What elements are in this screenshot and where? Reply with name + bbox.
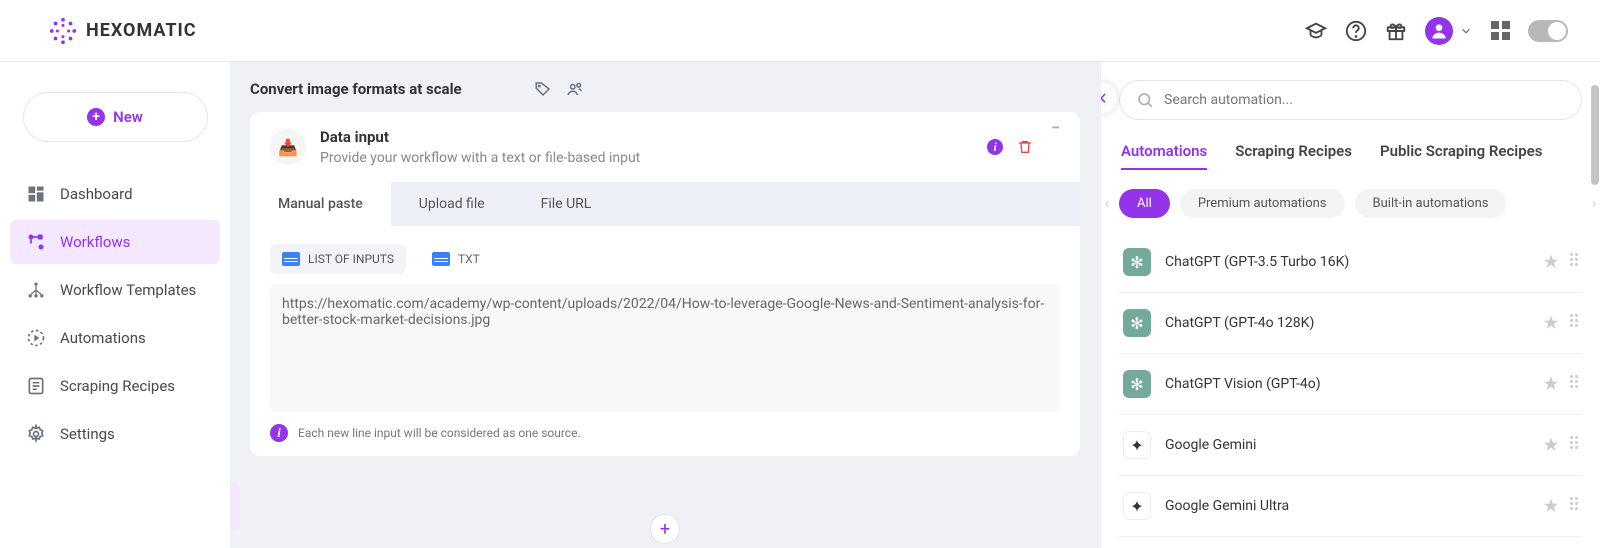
panel-tabs: Automations Scraping Recipes Public Scra…: [1121, 142, 1580, 171]
recipes-icon: [26, 376, 46, 396]
sidebar-item-recipes[interactable]: Scraping Recipes: [10, 364, 220, 408]
star-icon[interactable]: [1542, 497, 1560, 515]
input-hint: i Each new line input will be considered…: [250, 424, 1080, 456]
card-subtitle: Provide your workflow with a text or fil…: [320, 150, 640, 166]
automation-item[interactable]: ✻ ChatGPT (GPT-3.5 Turbo 16K): [1119, 232, 1582, 293]
drag-handle-icon[interactable]: [1570, 253, 1578, 271]
gift-icon[interactable]: [1385, 20, 1407, 42]
list-icon: [282, 252, 300, 266]
avatar: [1425, 17, 1453, 45]
help-icon[interactable]: [1345, 20, 1367, 42]
info-icon[interactable]: i: [987, 139, 1003, 155]
templates-icon: [26, 280, 46, 300]
drag-handle-icon[interactable]: [1570, 497, 1578, 515]
sidebar-item-label: Workflow Templates: [60, 281, 196, 299]
share-icon[interactable]: [566, 80, 584, 98]
info-icon: i: [270, 424, 288, 442]
sidebar-item-automations[interactable]: Automations: [10, 316, 220, 360]
workflow-title: Convert image formats at scale: [250, 80, 462, 98]
input-type-txt[interactable]: TXT: [420, 244, 492, 274]
app-header: HEXOMATIC: [0, 0, 1600, 62]
pill-scroll-left[interactable]: ‹: [1105, 196, 1109, 212]
chatgpt-icon: ✻: [1123, 309, 1151, 337]
collapse-handle[interactable]: [230, 482, 240, 530]
gear-icon: [26, 424, 46, 444]
panel-tab-automations[interactable]: Automations: [1121, 142, 1207, 170]
data-input-card: 📥 Data input Provide your workflow with …: [250, 112, 1080, 456]
dashboard-icon: [26, 184, 46, 204]
automation-item[interactable]: ✻ ChatGPT (GPT-4o 128K): [1119, 293, 1582, 354]
automation-list: ✻ ChatGPT (GPT-3.5 Turbo 16K) ✻ ChatGPT …: [1119, 232, 1582, 537]
logo-icon: [48, 16, 78, 46]
workflows-icon: [26, 232, 46, 252]
pill-builtin[interactable]: Built-in automations: [1355, 189, 1507, 218]
automation-item[interactable]: ✻ ChatGPT Vision (GPT-4o): [1119, 354, 1582, 415]
pill-premium[interactable]: Premium automations: [1180, 189, 1345, 218]
automation-item[interactable]: ✦ Google Gemini: [1119, 415, 1582, 476]
tab-manual-paste[interactable]: Manual paste: [250, 182, 391, 226]
gemini-icon: ✦: [1123, 431, 1151, 459]
panel-tab-public[interactable]: Public Scraping Recipes: [1380, 142, 1542, 170]
data-input-icon: 📥: [270, 129, 306, 165]
academy-icon[interactable]: [1305, 20, 1327, 42]
star-icon[interactable]: [1542, 314, 1560, 332]
sidebar-item-label: Settings: [60, 425, 115, 443]
add-step-button[interactable]: +: [650, 514, 680, 544]
automations-icon: [26, 328, 46, 348]
minimize-icon[interactable]: −: [1051, 118, 1060, 137]
pill-all[interactable]: All: [1119, 189, 1170, 218]
sidebar-item-templates[interactable]: Workflow Templates: [10, 268, 220, 312]
filter-pills: ‹ All Premium automations Built-in autom…: [1119, 189, 1582, 218]
chatgpt-icon: ✻: [1123, 248, 1151, 276]
input-mode-tabs: Manual paste Upload file File URL: [250, 182, 1080, 226]
sidebar-item-workflows[interactable]: Workflows: [10, 220, 220, 264]
pill-scroll-right[interactable]: ›: [1592, 196, 1596, 212]
close-panel-button[interactable]: ✕: [1100, 82, 1117, 114]
gemini-icon: ✦: [1123, 492, 1151, 520]
sidebar-item-label: Dashboard: [60, 185, 133, 203]
workflow-title-row: Convert image formats at scale: [250, 74, 1080, 112]
tab-upload-file[interactable]: Upload file: [391, 182, 513, 226]
star-icon[interactable]: [1542, 375, 1560, 393]
search-input[interactable]: [1164, 92, 1565, 108]
sidebar: + New Dashboard Workflows Workflow Templ…: [0, 62, 230, 548]
automation-item[interactable]: ✦ Google Gemini Ultra: [1119, 476, 1582, 537]
delete-icon[interactable]: [1017, 139, 1033, 155]
theme-toggle[interactable]: [1528, 20, 1568, 42]
brand-name: HEXOMATIC: [86, 20, 197, 41]
chatgpt-icon: ✻: [1123, 370, 1151, 398]
brand-logo[interactable]: HEXOMATIC: [48, 16, 197, 46]
txt-icon: [432, 252, 450, 266]
star-icon[interactable]: [1542, 253, 1560, 271]
new-button-label: New: [113, 108, 143, 126]
search-box[interactable]: [1119, 80, 1582, 120]
drag-handle-icon[interactable]: [1570, 375, 1578, 393]
drag-handle-icon[interactable]: [1570, 314, 1578, 332]
panel-tab-scraping[interactable]: Scraping Recipes: [1235, 142, 1352, 170]
search-icon: [1136, 91, 1154, 109]
drag-handle-icon[interactable]: [1570, 436, 1578, 454]
star-icon[interactable]: [1542, 436, 1560, 454]
sidebar-item-settings[interactable]: Settings: [10, 412, 220, 456]
sidebar-item-label: Automations: [60, 329, 146, 347]
tab-file-url[interactable]: File URL: [513, 182, 620, 226]
sidebar-item-label: Workflows: [60, 233, 130, 251]
tag-icon[interactable]: [534, 80, 552, 98]
main-content: Convert image formats at scale 📥 Data in…: [230, 62, 1100, 548]
sidebar-item-dashboard[interactable]: Dashboard: [10, 172, 220, 216]
chevron-down-icon: [1459, 24, 1473, 38]
new-button[interactable]: + New: [23, 92, 208, 142]
data-input-textarea[interactable]: [270, 284, 1060, 412]
plus-icon: +: [87, 108, 105, 126]
automation-panel: ✕ Automations Scraping Recipes Public Sc…: [1100, 62, 1600, 548]
sidebar-item-label: Scraping Recipes: [60, 377, 175, 395]
user-menu[interactable]: [1425, 17, 1473, 45]
card-title: Data input: [320, 128, 640, 146]
input-type-list[interactable]: LIST OF INPUTS: [270, 244, 406, 274]
apps-icon[interactable]: [1491, 21, 1510, 40]
scrollbar[interactable]: [1591, 85, 1599, 185]
